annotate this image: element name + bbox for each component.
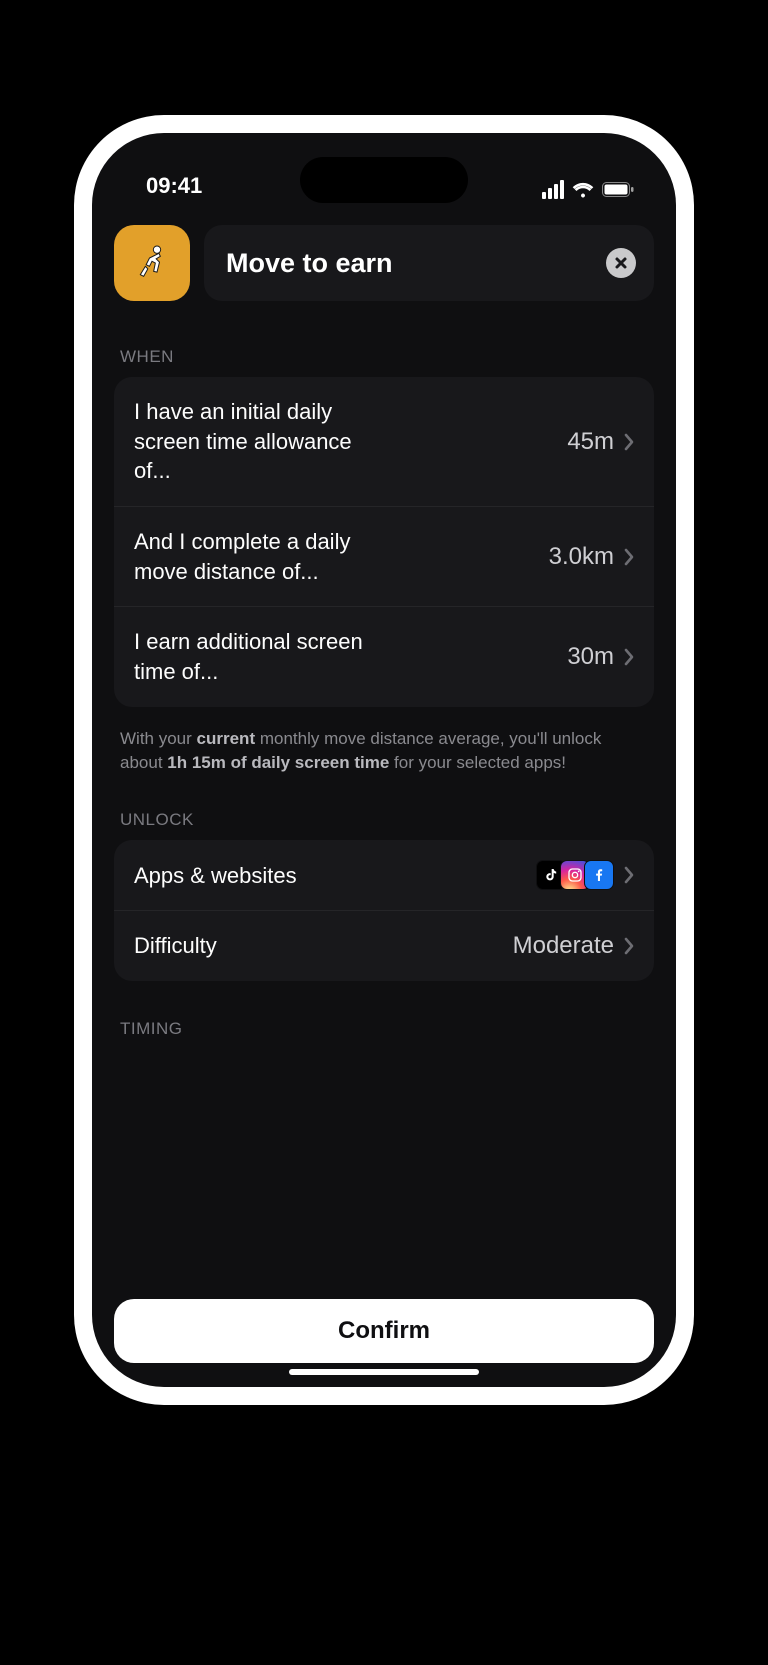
row-label: Apps & websites [134, 861, 297, 891]
section-label-when: WHEN [120, 347, 648, 367]
row-label: And I complete a daily move distance of.… [134, 527, 394, 586]
row-initial-allowance[interactable]: I have an initial daily screen time allo… [114, 377, 654, 506]
chevron-right-icon [624, 937, 634, 955]
page-title: Move to earn [226, 248, 393, 279]
row-move-distance[interactable]: And I complete a daily move distance of.… [114, 506, 654, 606]
section-label-unlock: UNLOCK [120, 810, 648, 830]
selected-apps-icons [536, 860, 614, 890]
section-label-timing: TIMING [120, 1019, 648, 1039]
row-value: 45m [567, 428, 614, 456]
chevron-right-icon [624, 866, 634, 884]
unlock-card: Apps & websites [114, 840, 654, 981]
title-pill: Move to earn [204, 225, 654, 301]
content-area: Move to earn WHEN I have an initial dail… [92, 201, 676, 1283]
dynamic-island [300, 157, 468, 203]
cellular-icon [542, 180, 564, 199]
row-label: Difficulty [134, 931, 217, 961]
row-label: I earn additional screen time of... [134, 627, 394, 686]
row-difficulty[interactable]: Difficulty Moderate [114, 910, 654, 981]
phone-frame: 09:41 Move to earn [74, 115, 694, 1405]
chevron-right-icon [624, 548, 634, 566]
row-value: 3.0km [549, 543, 614, 571]
close-button[interactable] [606, 248, 636, 278]
chevron-right-icon [624, 433, 634, 451]
close-icon [614, 256, 628, 270]
facebook-icon [584, 860, 614, 890]
chevron-right-icon [624, 648, 634, 666]
row-value: Moderate [513, 932, 614, 960]
wifi-icon [572, 182, 594, 198]
running-person-icon [114, 225, 190, 301]
row-apps-websites[interactable]: Apps & websites [114, 840, 654, 910]
status-time: 09:41 [146, 173, 202, 199]
row-label: I have an initial daily screen time allo… [134, 397, 394, 486]
phone-screen: 09:41 Move to earn [92, 133, 676, 1387]
when-card: I have an initial daily screen time allo… [114, 377, 654, 707]
header-row: Move to earn [114, 225, 654, 301]
row-value: 30m [567, 643, 614, 671]
status-indicators [542, 180, 634, 199]
row-earned-time[interactable]: I earn additional screen time of... 30m [114, 606, 654, 706]
home-indicator[interactable] [289, 1369, 479, 1375]
confirm-button[interactable]: Confirm [114, 1299, 654, 1363]
battery-icon [602, 182, 634, 197]
when-helper-text: With your current monthly move distance … [120, 727, 648, 775]
